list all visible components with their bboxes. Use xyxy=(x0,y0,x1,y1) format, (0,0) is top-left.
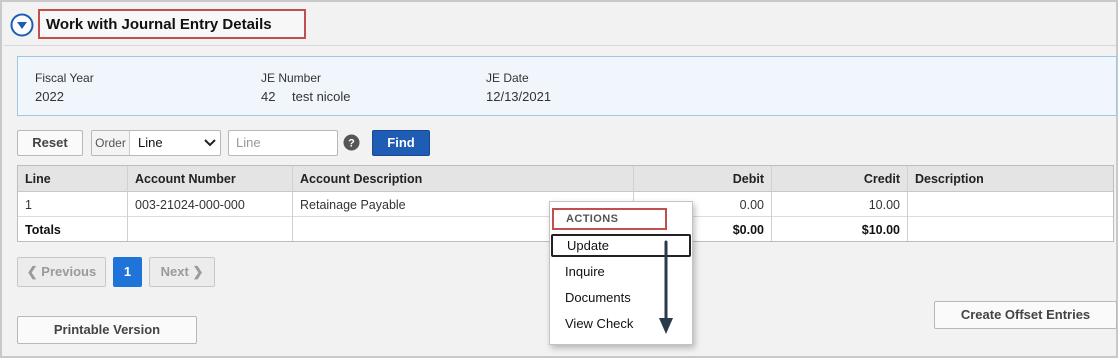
totals-credit: $10.00 xyxy=(861,223,900,237)
window-frame: Work with Journal Entry Details Fiscal Y… xyxy=(0,0,1118,358)
order-label: Order xyxy=(92,131,130,155)
page-header: Work with Journal Entry Details xyxy=(4,4,1116,46)
next-label: Next xyxy=(160,264,189,279)
page-number-current[interactable]: 1 xyxy=(113,257,142,287)
je-date-label: JE Date xyxy=(486,71,529,85)
order-select-group[interactable]: Order Line xyxy=(91,130,221,156)
printable-version-button[interactable]: Printable Version xyxy=(17,316,197,344)
previous-label: Previous xyxy=(41,264,97,279)
create-offset-entries-button[interactable]: Create Offset Entries xyxy=(934,301,1117,329)
down-arrow-annotation-icon xyxy=(659,240,673,334)
fiscal-year-value: 2022 xyxy=(35,89,64,104)
fiscal-year-label: Fiscal Year xyxy=(35,71,94,85)
previous-page-button[interactable]: ❮ Previous xyxy=(17,257,106,287)
cell-line: 1 xyxy=(25,198,32,212)
totals-label: Totals xyxy=(25,223,61,237)
column-header-account-description[interactable]: Account Description xyxy=(293,167,633,191)
reset-button[interactable]: Reset xyxy=(17,130,83,156)
column-header-credit[interactable]: Credit xyxy=(772,167,907,191)
chevron-left-icon: ❮ xyxy=(26,264,42,279)
column-header-debit[interactable]: Debit xyxy=(634,167,771,191)
next-page-button[interactable]: Next ❯ xyxy=(149,257,215,287)
je-description-value: test nicole xyxy=(292,89,351,104)
svg-text:?: ? xyxy=(348,138,355,150)
page-title-highlight: Work with Journal Entry Details xyxy=(38,9,306,39)
je-date-value: 12/13/2021 xyxy=(486,89,552,104)
cell-account-number[interactable]: 003-21024-000-000 xyxy=(128,193,292,217)
order-selected-value: Line xyxy=(138,135,163,150)
chevron-right-icon: ❯ xyxy=(188,264,204,279)
help-icon[interactable]: ? xyxy=(343,134,360,151)
je-number-value: 42 xyxy=(261,89,276,104)
cell-credit: 10.00 xyxy=(868,198,900,212)
actions-menu-header: ACTIONS xyxy=(552,208,667,230)
je-number-label: JE Number xyxy=(261,71,322,85)
column-header-description[interactable]: Description xyxy=(908,167,1114,191)
chevron-down-icon xyxy=(204,139,216,147)
find-button[interactable]: Find xyxy=(372,130,430,156)
page-title: Work with Journal Entry Details xyxy=(46,16,272,33)
order-select[interactable]: Line xyxy=(130,131,220,155)
line-search-input[interactable]: Line xyxy=(228,130,338,156)
journal-entry-info-panel: Fiscal Year 2022 JE Number 42 test nicol… xyxy=(17,56,1117,116)
column-header-line[interactable]: Line xyxy=(18,167,127,191)
collapse-circle-icon[interactable] xyxy=(10,13,34,37)
column-header-account-number[interactable]: Account Number xyxy=(128,167,292,191)
